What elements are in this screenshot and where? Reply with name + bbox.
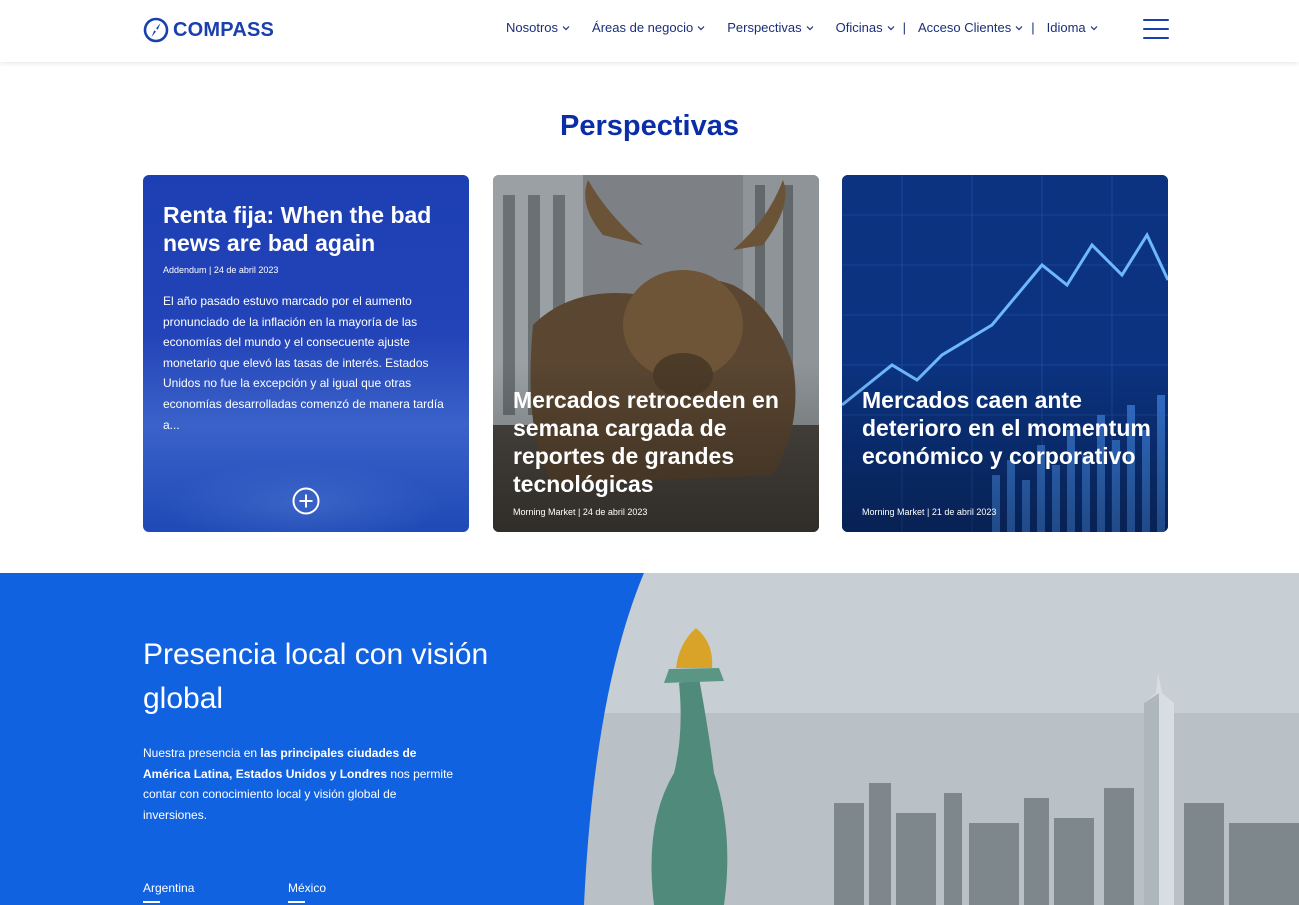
nav-item-label: Acceso Clientes bbox=[918, 20, 1012, 35]
compass-logo-icon bbox=[143, 17, 169, 43]
hamburger-line bbox=[1143, 37, 1169, 39]
logo[interactable]: COMPASS bbox=[143, 16, 274, 44]
nav-item-oficinas[interactable]: Oficinas bbox=[836, 20, 895, 35]
card-meta: Morning Market | 21 de abril 2023 bbox=[862, 507, 997, 517]
nav-item-idioma[interactable]: Idioma bbox=[1047, 20, 1098, 35]
hamburger-menu-icon[interactable] bbox=[1143, 19, 1169, 39]
nav-separator: | bbox=[902, 20, 906, 35]
section-title-perspectivas: Perspectivas bbox=[560, 110, 739, 142]
card-excerpt: El año pasado estuvo marcado por el aume… bbox=[163, 294, 444, 432]
chevron-down-icon bbox=[1015, 25, 1023, 30]
article-card-mercados-caen[interactable]: Mercados caen ante deterioro en el momen… bbox=[842, 175, 1168, 532]
nav-item-label: Áreas de negocio bbox=[592, 20, 694, 35]
chevron-down-icon bbox=[697, 25, 705, 30]
article-card-renta-fija[interactable]: Renta fija: When the bad news are bad ag… bbox=[143, 175, 469, 532]
article-card-mercados-retroceden[interactable]: Mercados retroceden en semana cargada de… bbox=[493, 175, 819, 532]
card-title: Renta fija: When the bad news are bad ag… bbox=[163, 202, 432, 256]
main-nav: Nosotros Áreas de negocio Perspectivas O… bbox=[506, 20, 1120, 35]
presence-section: Presencia local con visión global Nuestr… bbox=[0, 573, 1299, 905]
card-title: Mercados caen ante deterioro en el momen… bbox=[862, 387, 1151, 469]
nav-item-acceso-clientes[interactable]: Acceso Clientes bbox=[918, 20, 1023, 35]
nav-item-label: Oficinas bbox=[835, 20, 883, 35]
nav-item-label: Perspectivas bbox=[727, 20, 802, 35]
chevron-down-icon bbox=[562, 25, 570, 30]
card-meta: Morning Market | 24 de abril 2023 bbox=[513, 507, 648, 517]
nav-item-label: Idioma bbox=[1046, 20, 1086, 35]
hamburger-line bbox=[1143, 28, 1169, 30]
chevron-down-icon bbox=[806, 25, 814, 30]
nav-separator: | bbox=[1031, 20, 1035, 35]
chevron-down-icon bbox=[1090, 25, 1098, 30]
new-york-skyline-image bbox=[584, 573, 1299, 905]
presence-description: Nuestra presencia en las principales ciu… bbox=[143, 743, 463, 825]
plus-circle-icon[interactable] bbox=[292, 487, 320, 515]
nav-item-areas-de-negocio[interactable]: Áreas de negocio bbox=[592, 20, 705, 35]
site-header: COMPASS Nosotros Áreas de negocio Perspe… bbox=[0, 0, 1299, 62]
hamburger-line bbox=[1143, 19, 1169, 21]
country-tab-argentina[interactable]: Argentina bbox=[143, 881, 194, 903]
chevron-down-icon bbox=[887, 25, 895, 30]
nav-item-nosotros[interactable]: Nosotros bbox=[506, 20, 570, 35]
presence-title: Presencia local con visión global bbox=[143, 638, 489, 715]
country-tab-mexico[interactable]: México bbox=[288, 881, 326, 903]
card-title: Mercados retroceden en semana cargada de… bbox=[513, 387, 779, 497]
card-meta: Addendum | 24 de abril 2023 bbox=[163, 265, 279, 275]
logo-text: COMPASS bbox=[173, 18, 275, 41]
nav-item-label: Nosotros bbox=[506, 20, 559, 35]
presence-text-start: Nuestra presencia en bbox=[143, 746, 261, 760]
nav-item-perspectivas[interactable]: Perspectivas bbox=[727, 20, 814, 35]
